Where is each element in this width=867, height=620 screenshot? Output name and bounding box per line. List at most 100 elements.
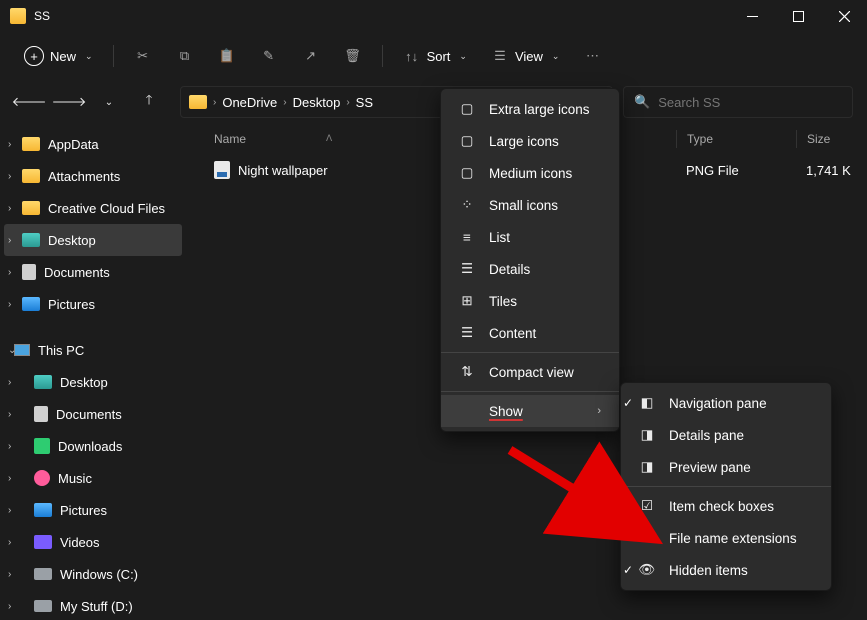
menu-item[interactable]: ✓◧Navigation pane: [621, 387, 831, 419]
sidebar-item[interactable]: ›My Stuff (D:): [4, 590, 182, 620]
chevron-down-icon: ⌄: [459, 51, 467, 62]
file-size: 1,741 K: [796, 161, 867, 179]
menu-item-label: Details pane: [669, 428, 744, 443]
sidebar-item[interactable]: ›Pictures: [4, 288, 182, 320]
recent-button[interactable]: ⌄: [94, 87, 124, 117]
folder-icon: [22, 297, 40, 311]
paste-button[interactable]: 📋: [208, 38, 246, 74]
sidebar-item[interactable]: ›Desktop: [4, 224, 182, 256]
content-icon: ☰: [459, 325, 475, 341]
rename-button[interactable]: ✎: [250, 38, 288, 74]
menu-item[interactable]: 🗎File name extensions: [621, 522, 831, 554]
view-menu[interactable]: ▢Extra large icons▢Large icons▢Medium ic…: [440, 88, 620, 432]
more-button[interactable]: ⋯: [573, 38, 611, 74]
menu-item-label: Medium icons: [489, 166, 572, 181]
sidebar-item[interactable]: ›Pictures: [4, 494, 182, 526]
chevron-right-icon: ›: [8, 267, 11, 278]
cut-button[interactable]: ✂: [124, 38, 162, 74]
sidebar-item[interactable]: ›Windows (C:): [4, 558, 182, 590]
menu-item[interactable]: ☰Content: [441, 317, 619, 349]
chevron-right-icon: ›: [8, 569, 11, 580]
menu-item[interactable]: ▢Extra large icons: [441, 93, 619, 125]
show-submenu[interactable]: ✓◧Navigation pane ◨ Details pane ◨Preview p…: [620, 382, 832, 591]
chevron-right-icon: ›: [8, 171, 11, 182]
share-icon: ↗: [302, 47, 320, 65]
menu-item[interactable]: ⊞Tiles: [441, 285, 619, 317]
chevron-right-icon: ›: [8, 139, 11, 150]
new-button[interactable]: + New ⌄: [14, 38, 103, 74]
sidebar-item[interactable]: › Downloads: [4, 430, 182, 462]
sidebar-item[interactable]: ›Attachments: [4, 160, 182, 192]
sidebar-item-label: Desktop: [48, 233, 96, 248]
list-icon: ≡: [459, 230, 475, 245]
title-bar: SS: [0, 0, 867, 32]
sidebar-item[interactable]: ›AppData: [4, 128, 182, 160]
sidebar: ›AppData›Attachments›Creative Cloud File…: [0, 124, 186, 620]
chevron-down-icon: ⌄: [8, 345, 16, 356]
minimize-button[interactable]: [729, 0, 775, 32]
sidebar-item[interactable]: ›Music: [4, 462, 182, 494]
column-size[interactable]: Size: [796, 130, 867, 148]
sort-button[interactable]: ↑↓ Sort ⌄: [393, 38, 477, 74]
forward-button[interactable]: 🡒: [54, 87, 84, 117]
pc-icon: [14, 344, 30, 356]
breadcrumb[interactable]: OneDrive: [222, 95, 277, 110]
back-button[interactable]: 🡐: [14, 87, 44, 117]
menu-item[interactable]: ☰Details: [441, 253, 619, 285]
chevron-down-icon: ⌄: [552, 51, 560, 62]
chevron-right-icon: ›: [8, 441, 11, 452]
menu-item[interactable]: ✓👁Hidden items: [621, 554, 831, 586]
folder-icon: [22, 137, 40, 151]
search-input[interactable]: [658, 95, 842, 110]
sidebar-item-label: Downloads: [58, 439, 122, 454]
column-type[interactable]: Type: [676, 130, 796, 148]
share-button[interactable]: ↗: [292, 38, 330, 74]
menu-item[interactable]: ☑Item check boxes: [621, 490, 831, 522]
folder-icon: [22, 201, 40, 215]
up-button[interactable]: 🡑: [134, 87, 164, 117]
sidebar-item[interactable]: ›Documents: [4, 398, 182, 430]
window-controls: [729, 0, 867, 32]
sidebar-item-label: Pictures: [48, 297, 95, 312]
sidebar-item[interactable]: ›Videos: [4, 526, 182, 558]
menu-item-label: List: [489, 230, 510, 245]
divider: [441, 391, 619, 392]
menu-item-label: Large icons: [489, 134, 559, 149]
breadcrumb[interactable]: Desktop: [293, 95, 341, 110]
menu-item[interactable]: ▢Large icons: [441, 125, 619, 157]
menu-item[interactable]: ⁘Small icons: [441, 189, 619, 221]
eye-icon: 👁: [639, 562, 655, 578]
sidebar-item[interactable]: ›Creative Cloud Files: [4, 192, 182, 224]
sidebar-item-label: Creative Cloud Files: [48, 201, 165, 216]
folder-icon: [34, 438, 50, 454]
menu-item-label: File name extensions: [669, 531, 797, 546]
copy-button[interactable]: ⧉: [166, 38, 204, 74]
sidebar-item[interactable]: ›Desktop: [4, 366, 182, 398]
checkbox-icon: ☑: [639, 498, 655, 514]
grid-s-icon: ⁘: [459, 197, 475, 213]
pane-right-icon: ◨: [639, 427, 655, 443]
menu-item-compact[interactable]: ⇅Compact view: [441, 356, 619, 388]
menu-item[interactable]: ◨Preview pane: [621, 451, 831, 483]
menu-item[interactable]: ▢Medium icons: [441, 157, 619, 189]
sidebar-item[interactable]: ›Documents: [4, 256, 182, 288]
search-box[interactable]: 🔍: [623, 86, 853, 118]
maximize-button[interactable]: [775, 0, 821, 32]
folder-icon: [34, 503, 52, 517]
menu-item[interactable]: ◨ Details pane: [621, 419, 831, 451]
folder-icon: [34, 535, 52, 549]
cut-icon: ✂: [134, 47, 152, 65]
delete-button[interactable]: 🗑: [334, 38, 372, 74]
menu-item-show[interactable]: Show›: [441, 395, 619, 427]
sidebar-item-thispc[interactable]: ⌄This PC: [4, 334, 182, 366]
menu-item[interactable]: ≡ List: [441, 221, 619, 253]
chevron-right-icon: ›: [8, 537, 11, 548]
chevron-right-icon: ›: [8, 377, 11, 388]
view-button[interactable]: ☰ View ⌄: [481, 38, 570, 74]
breadcrumb[interactable]: SS: [356, 95, 373, 110]
close-button[interactable]: [821, 0, 867, 32]
check-icon: ✓: [623, 396, 637, 410]
folder-icon: [22, 264, 36, 280]
new-label: New: [50, 49, 76, 64]
pane-icon: ◧: [639, 395, 655, 411]
